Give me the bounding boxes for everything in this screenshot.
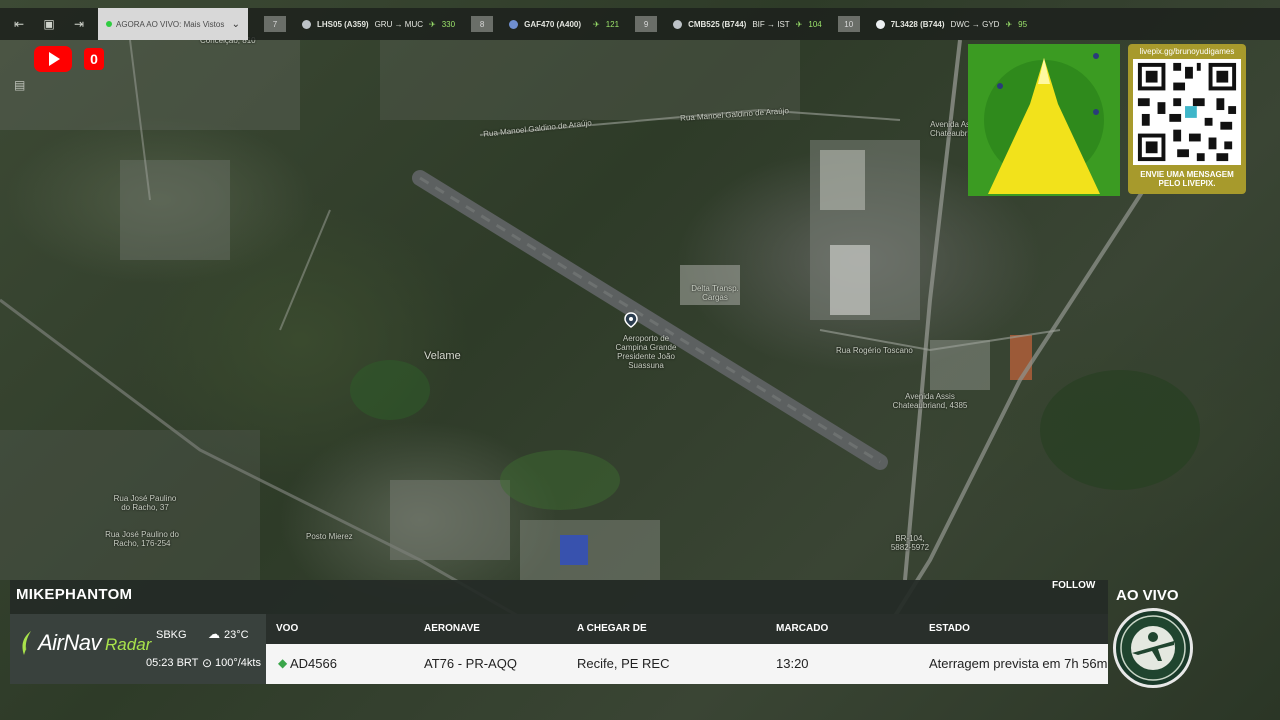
flight-callsign: LHS05 (A359) bbox=[317, 19, 369, 29]
airnav-radar-logo: AirNav Radar bbox=[20, 630, 151, 656]
scheduled-time: 13:20 bbox=[776, 656, 809, 671]
flight-rank: 9 bbox=[635, 16, 658, 32]
plane-icon: ✈ bbox=[429, 19, 436, 29]
youtube-count-badge: 0 bbox=[84, 48, 104, 70]
airline-logo-icon bbox=[509, 19, 519, 29]
column-header-origin: A CHEGAR DE bbox=[577, 623, 647, 634]
chevron-down-icon: ⌄ bbox=[231, 18, 240, 30]
jet-logo-icon bbox=[968, 44, 1120, 196]
cloud-icon: ☁ bbox=[208, 627, 220, 641]
flight-route: DWC → GYD bbox=[950, 19, 1000, 29]
qr-url: livepix.gg/brunoyudigames bbox=[1139, 47, 1235, 56]
top-flight-bar: ⇤ ▣ ⇥ AGORA AO VIVO: Mais Vistos ⌄ 7 LHS… bbox=[0, 8, 1280, 40]
local-time: 05:23 BRT bbox=[146, 657, 199, 669]
follow-button[interactable]: FOLLOW bbox=[1052, 580, 1095, 591]
flight-rank: 10 bbox=[837, 16, 860, 32]
map-stage: Conceição, 810 Rua Manoel Galdino de Ara… bbox=[0, 0, 1280, 720]
flight-viewers: 95 bbox=[1018, 19, 1028, 29]
map-label-street: Rua José Paulino do Racho, 176-254 bbox=[105, 530, 179, 548]
flight-info-panel: MIKEPHANTOM AirNav Radar SBKG ☁ 23°C 05:… bbox=[10, 580, 1108, 684]
column-header-status: ESTADO bbox=[929, 623, 970, 634]
airline-logo-icon bbox=[673, 19, 683, 29]
neighborhood-area bbox=[120, 160, 230, 260]
qr-code-icon bbox=[1133, 59, 1241, 165]
airnav-leaf-icon bbox=[22, 631, 33, 655]
temperature: 23°C bbox=[224, 629, 249, 641]
airline-logo-icon bbox=[302, 19, 311, 29]
flight-status: Aterragem prevista em 7h 56m bbox=[929, 656, 1108, 671]
flight-route: BIF → IST bbox=[752, 19, 790, 29]
live-mode-select[interactable]: AGORA AO VIVO: Mais Vistos ⌄ bbox=[98, 8, 248, 40]
live-label: AO VIVO bbox=[1116, 587, 1179, 604]
plane-icon: ✈ bbox=[1005, 19, 1013, 29]
flight-callsign: 7L3428 (B744) bbox=[890, 19, 945, 29]
warehouse-roof bbox=[820, 150, 865, 210]
window-toggle-icon[interactable]: ▣ bbox=[38, 13, 60, 35]
airport-marker-icon[interactable] bbox=[624, 312, 638, 328]
column-header-scheduled: MARCADO bbox=[776, 623, 829, 634]
youtube-logo-icon bbox=[34, 46, 72, 72]
origin-airport: Recife, PE REC bbox=[577, 656, 670, 671]
flight-rank: 7 bbox=[264, 16, 286, 32]
flight-rank: 8 bbox=[471, 16, 494, 32]
map-label-street: Rua Rogério Toscano bbox=[836, 346, 913, 355]
flight-route: GRU → MUC bbox=[374, 19, 424, 29]
airline-logo-icon bbox=[875, 19, 885, 29]
aircraft-type: AT76 - PR-AQQ bbox=[424, 656, 517, 671]
qr-cta-line: ENVIE UMA MENSAGEM bbox=[1140, 170, 1234, 179]
red-roof bbox=[1010, 335, 1032, 380]
live-dot-icon bbox=[106, 21, 112, 27]
flight-item[interactable]: 9 CMB525 (B744) BIF → IST ✈ 104 bbox=[619, 8, 822, 40]
wind-info: 100°/4kts bbox=[215, 657, 261, 669]
map-label-business: Posto Mierez bbox=[306, 532, 353, 541]
neighborhood-area bbox=[390, 480, 510, 560]
blue-roof bbox=[560, 535, 588, 565]
map-label-airport: Aeroporto de Campina Grande Presidente J… bbox=[615, 334, 677, 370]
map-label-business: Delta Transp. Cargas bbox=[691, 284, 739, 302]
plane-icon: ✈ bbox=[593, 19, 600, 29]
flight-callsign: CMB525 (B744) bbox=[688, 19, 747, 29]
flight-viewers: 121 bbox=[605, 19, 620, 29]
vegetation bbox=[350, 360, 430, 420]
skip-forward-icon[interactable]: ⇥ bbox=[68, 13, 90, 35]
airline-pin-icon: ◆ bbox=[278, 656, 288, 670]
table-row[interactable]: ◆ AD4566 AT76 - PR-AQQ Recife, PE REC 13… bbox=[266, 644, 1108, 684]
vegetation bbox=[1040, 370, 1200, 490]
map-label-highway: BR-104, 5882-5972 bbox=[890, 534, 930, 552]
airnav-brand-suffix: Radar bbox=[105, 635, 152, 654]
building-block bbox=[930, 340, 990, 390]
map-label-street: Rua José Paulino do Racho, 37 bbox=[113, 494, 177, 512]
wind-icon: ⊙ bbox=[202, 656, 213, 670]
flight-viewers: 330 bbox=[441, 19, 456, 29]
flight-item[interactable]: 10 7L3428 (B744) DWC → GYD ✈ 95 bbox=[822, 8, 1027, 40]
panel-username: MIKEPHANTOM bbox=[16, 586, 133, 603]
column-header-flight: VOO bbox=[276, 623, 299, 634]
qr-cta-line: PELO LIVEPIX. bbox=[1158, 179, 1216, 188]
panel-body: AirNav Radar SBKG ☁ 23°C 05:23 BRT ⊙ 100… bbox=[10, 614, 1108, 684]
airnav-brand: AirNav bbox=[38, 630, 102, 655]
vegetation bbox=[500, 450, 620, 510]
flight-viewers: 104 bbox=[808, 19, 822, 29]
stream-logo bbox=[968, 44, 1120, 196]
neighborhood-area bbox=[520, 520, 660, 580]
table-header: VOO AERONAVE A CHEGAR DE MARCADO ESTADO bbox=[266, 614, 1108, 644]
airport-code: SBKG bbox=[156, 629, 187, 641]
column-header-aircraft: AERONAVE bbox=[424, 623, 480, 634]
livepix-qr-card: livepix.gg/brunoyudigames ENVIE UMA MENS… bbox=[1128, 44, 1246, 194]
list-panel-icon[interactable]: ▤ bbox=[14, 78, 30, 94]
flight-number: AD4566 bbox=[290, 656, 337, 671]
neighborhood-area bbox=[380, 40, 800, 120]
flight-item[interactable]: 7 LHS05 (A359) GRU → MUC ✈ 330 bbox=[248, 8, 455, 40]
plane-icon: ✈ bbox=[795, 19, 803, 29]
map-label-neighborhood: Velame bbox=[424, 350, 461, 362]
map-label-avenue: Avenida Assis Chateaubriand, 4385 bbox=[892, 392, 968, 410]
warehouse-roof bbox=[830, 245, 870, 315]
collapse-left-icon[interactable]: ⇤ bbox=[8, 13, 30, 35]
qr-call-to-action: ENVIE UMA MENSAGEM PELO LIVEPIX. bbox=[1128, 170, 1246, 188]
flight-callsign: GAF470 (A400) bbox=[524, 19, 582, 29]
flight-item[interactable]: 8 GAF470 (A400) ✈ 121 bbox=[455, 8, 619, 40]
channel-badge-icon bbox=[1113, 608, 1193, 688]
live-mode-label: AGORA AO VIVO: Mais Vistos bbox=[116, 19, 225, 29]
street-road bbox=[279, 209, 331, 331]
